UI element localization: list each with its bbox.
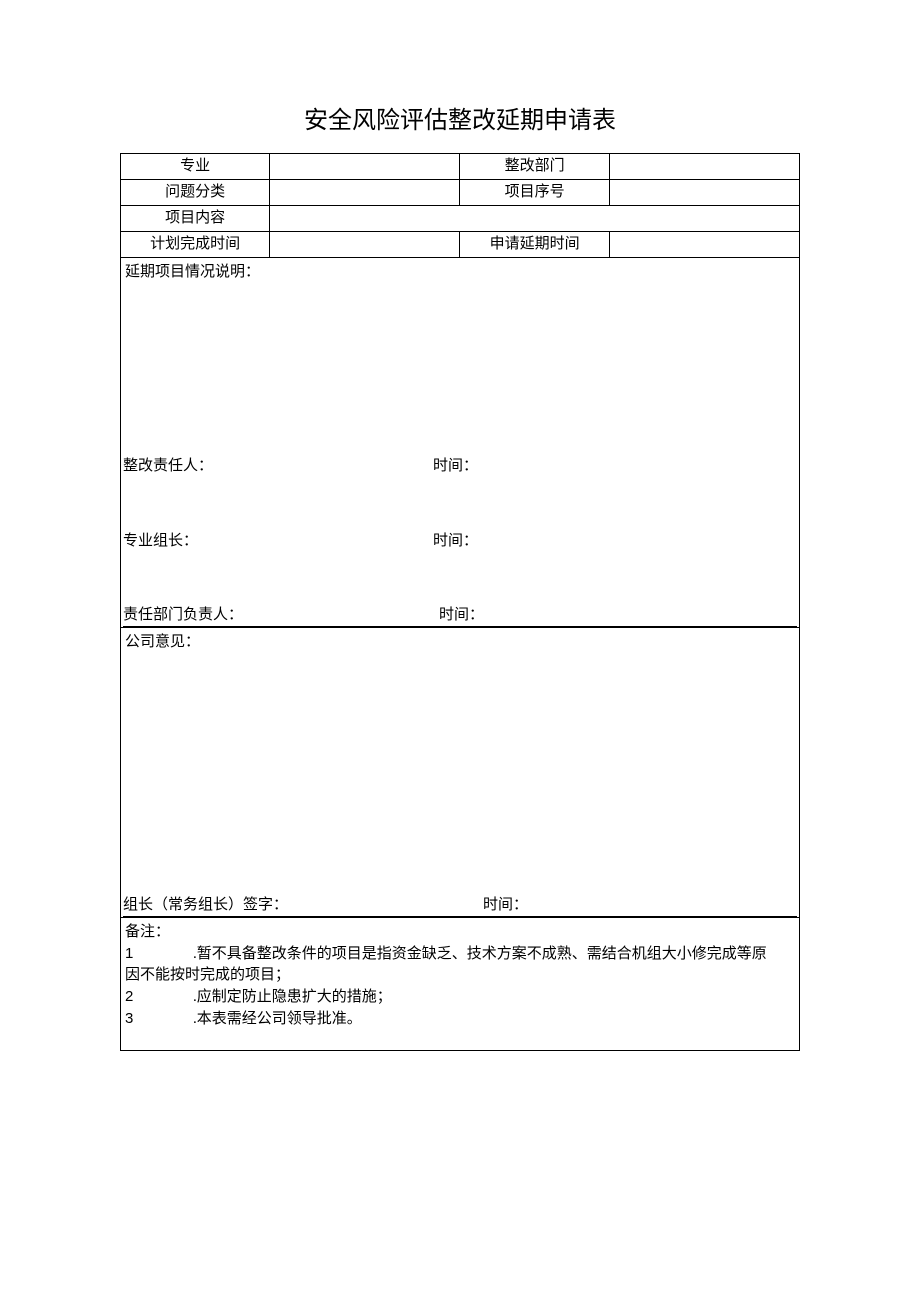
value-project-content[interactable]	[270, 206, 800, 232]
opinion-header: 公司意见：	[123, 632, 797, 653]
label-problem-type: 问题分类	[121, 180, 270, 206]
note-num-1: 1	[125, 943, 143, 964]
label-time-2: 时间：	[433, 531, 797, 552]
value-project-no[interactable]	[609, 180, 799, 206]
section-explanation: 延期项目情况说明： 整改责任人： 时间： 专业组长： 时间： 责任部门负责人： …	[121, 258, 800, 628]
value-plan-time[interactable]	[270, 232, 460, 258]
value-dept[interactable]	[609, 154, 799, 180]
table-row: 项目内容	[121, 206, 800, 232]
value-specialty[interactable]	[270, 154, 460, 180]
section-notes: 备注： 1 .暂不具备整改条件的项目是指资金缺乏、技术方案不成熟、需结合机组大小…	[121, 918, 800, 1051]
explanation-header: 延期项目情况说明：	[123, 262, 797, 283]
label-dept: 整改部门	[460, 154, 609, 180]
note-text-1: .暂不具备整改条件的项目是指资金缺乏、技术方案不成熟、需结合机组大小修完成等原	[143, 944, 795, 965]
section-company-opinion: 公司意见： 组长（常务组长）签字： 时间：	[121, 628, 800, 918]
note-item-3: 3 .本表需经公司领导批准。	[125, 1008, 795, 1030]
label-project-no: 项目序号	[460, 180, 609, 206]
table-row: 问题分类 项目序号	[121, 180, 800, 206]
note-text-3: .本表需经公司领导批准。	[143, 1009, 795, 1030]
label-time-4: 时间：	[483, 895, 797, 917]
table-row: 计划完成时间 申请延期时间	[121, 232, 800, 258]
label-extend-time: 申请延期时间	[460, 232, 609, 258]
note-item-2: 2 .应制定防止隐患扩大的措施；	[125, 986, 795, 1008]
note-item-1: 1 .暂不具备整改条件的项目是指资金缺乏、技术方案不成熟、需结合机组大小修完成等…	[125, 943, 795, 965]
note-num-2: 2	[125, 986, 143, 1007]
note-text-2: .应制定防止隐患扩大的措施；	[143, 987, 795, 1008]
table-row: 专业 整改部门	[121, 154, 800, 180]
notes-header: 备注：	[125, 922, 795, 943]
note-text-1-cont: 因不能按时完成的项目；	[125, 965, 795, 986]
label-time-3: 时间：	[433, 605, 797, 627]
label-responsible-person: 整改责任人：	[123, 456, 433, 477]
page-title: 安全风险评估整改延期申请表	[120, 100, 800, 135]
label-sign: 组长（常务组长）签字：	[123, 895, 483, 917]
label-dept-head: 责任部门负责人：	[123, 605, 433, 627]
label-time-1: 时间：	[433, 456, 797, 477]
label-specialty: 专业	[121, 154, 270, 180]
value-problem-type[interactable]	[270, 180, 460, 206]
form-table: 专业 整改部门 问题分类 项目序号 项目内容 计划完成时间 申请延期时间 延期项…	[120, 153, 800, 1051]
value-extend-time[interactable]	[609, 232, 799, 258]
label-team-leader: 专业组长：	[123, 531, 433, 552]
note-num-3: 3	[125, 1008, 143, 1029]
label-project-content: 项目内容	[121, 206, 270, 232]
label-plan-time: 计划完成时间	[121, 232, 270, 258]
